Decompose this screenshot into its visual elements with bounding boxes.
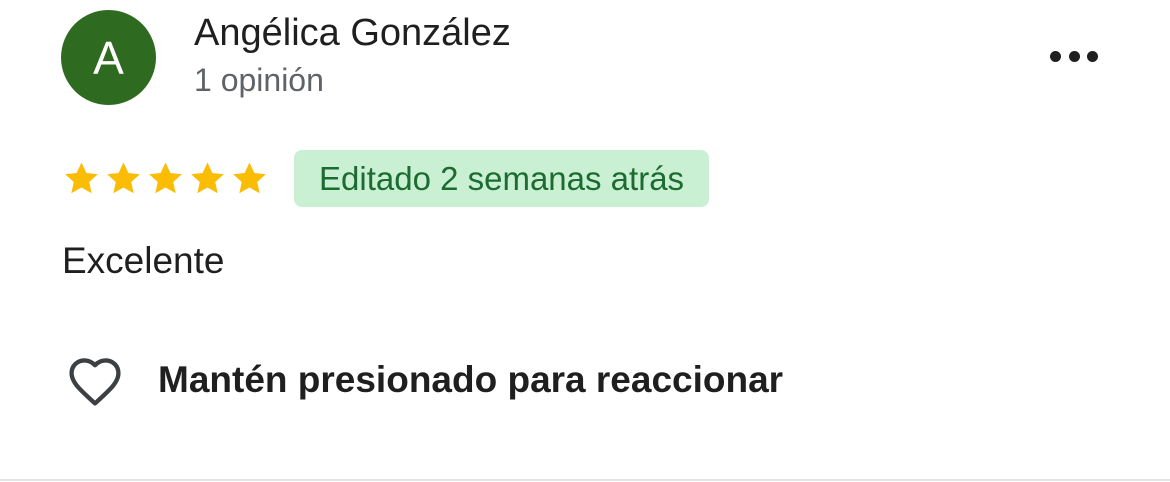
react-button[interactable]: Mantén presionado para reaccionar bbox=[64, 352, 783, 408]
star-icon bbox=[191, 162, 224, 194]
author-review-count: 1 opinión bbox=[194, 62, 324, 98]
edited-badge: Editado 2 semanas atrás bbox=[294, 150, 710, 207]
edited-label: Editado 2 semanas atrás bbox=[319, 159, 685, 197]
star-rating bbox=[62, 160, 269, 198]
more-options-button[interactable] bbox=[1046, 42, 1102, 70]
star-icon bbox=[149, 162, 182, 194]
more-dot bbox=[1068, 50, 1080, 62]
avatar[interactable]: A bbox=[61, 10, 156, 105]
review-text: Excelente bbox=[62, 240, 225, 281]
divider bbox=[0, 479, 1170, 481]
more-dot bbox=[1087, 50, 1098, 62]
star-icon bbox=[107, 162, 140, 194]
avatar-initial: A bbox=[93, 31, 124, 84]
author-name[interactable]: Angélica González bbox=[194, 12, 511, 55]
star-icon bbox=[65, 162, 98, 194]
react-label: Mantén presionado para reaccionar bbox=[158, 359, 784, 400]
review-card: A Angélica González 1 opinión Editado 2 … bbox=[0, 0, 1170, 482]
more-horizontal-icon bbox=[1050, 50, 1061, 62]
heart-outline-icon bbox=[69, 358, 121, 406]
star-icon bbox=[233, 162, 266, 194]
